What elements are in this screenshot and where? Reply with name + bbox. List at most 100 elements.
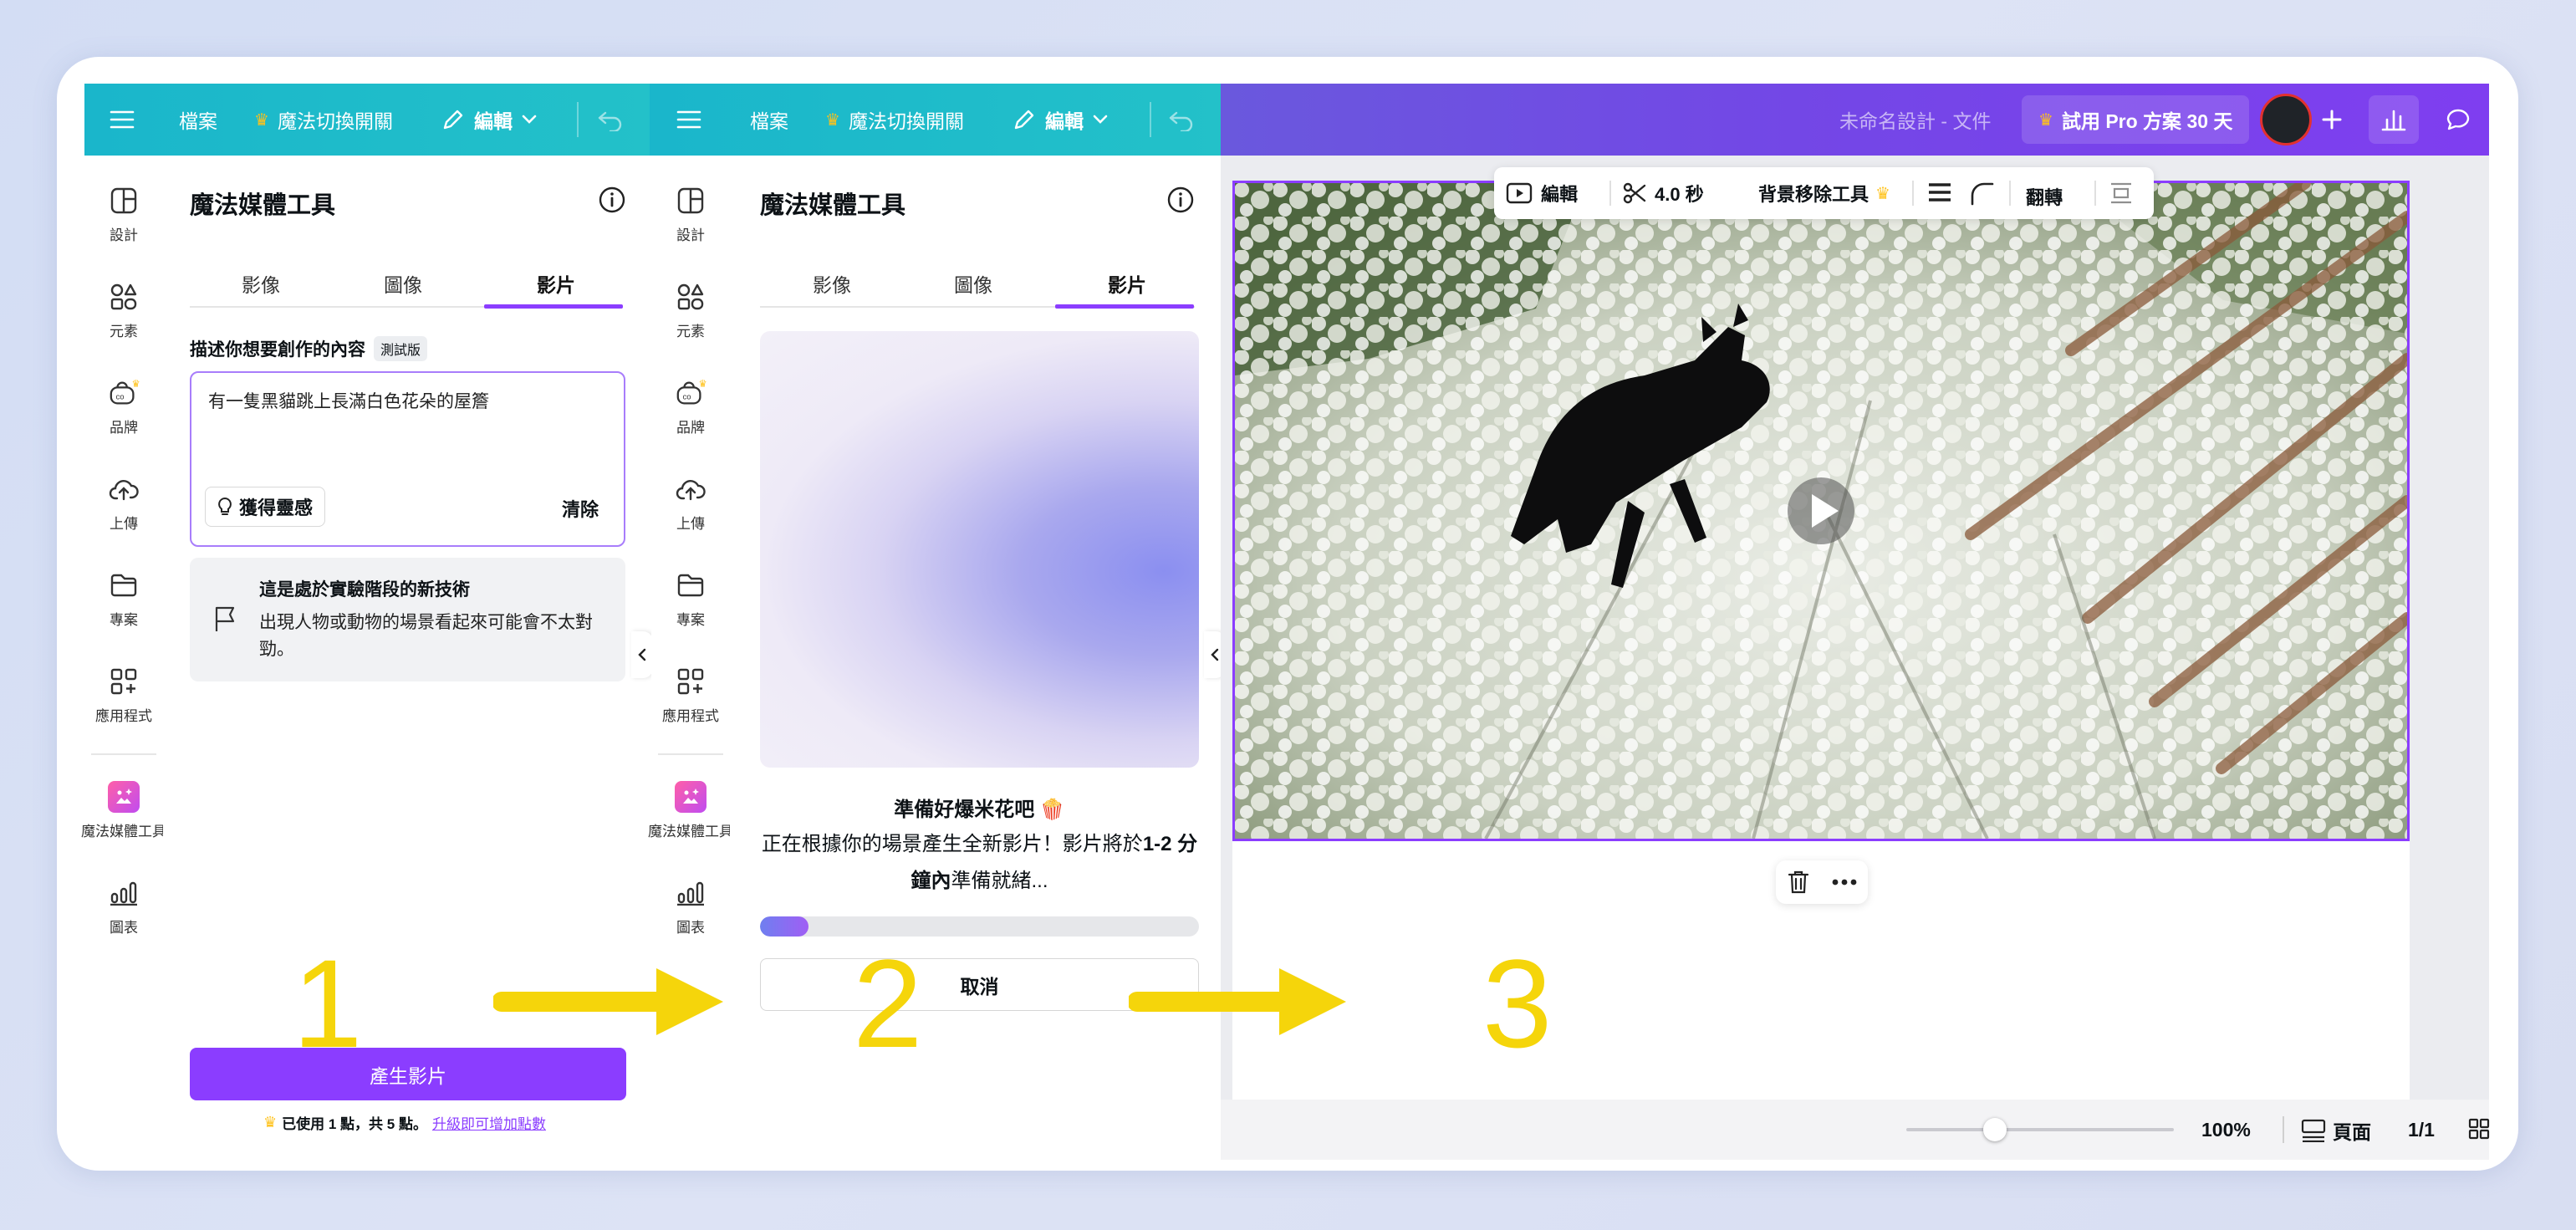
- active-tab-indicator: [1055, 304, 1194, 309]
- plus-icon: [2322, 110, 2342, 130]
- crown-icon: ♛: [254, 110, 269, 130]
- tab-graphic[interactable]: 圖像: [954, 269, 992, 298]
- magic-switch-label: 魔法切換開關: [848, 110, 964, 132]
- try-pro-label: 試用 Pro 方案 30 天: [2061, 110, 2233, 132]
- prompt-label-text: 描述你想要創作的內容: [190, 340, 365, 360]
- bg-remover-button[interactable]: 背景移除工具 ♛: [1758, 167, 1890, 219]
- topbar-divider: [1150, 102, 1151, 137]
- apps-icon: [675, 666, 706, 697]
- panel-title: 魔法媒體工具: [190, 192, 336, 219]
- usage-info: ♛ 已使用 1 點，共 5 點。 升級即可增加點數: [263, 1112, 546, 1133]
- file-menu[interactable]: 檔案: [750, 84, 788, 156]
- rail-item-brand[interactable]: co ♛ 品牌: [84, 377, 163, 436]
- rail-item-charts[interactable]: 圖表: [651, 877, 730, 937]
- info-icon: [599, 186, 625, 213]
- menu-button[interactable]: [110, 84, 135, 156]
- video-thumbnail: [1235, 183, 2407, 839]
- rail-item-elements[interactable]: 元素: [651, 281, 730, 340]
- rail-label-upload: 上傳: [110, 516, 138, 532]
- delete-button[interactable]: [1788, 870, 1809, 895]
- more-button[interactable]: [1832, 879, 1857, 885]
- tab-image[interactable]: 影像: [242, 269, 280, 298]
- folder-icon: [675, 569, 706, 601]
- rail-item-design[interactable]: 設計: [84, 185, 163, 244]
- edit-mode-button[interactable]: 編輯: [441, 84, 538, 156]
- undo-button[interactable]: [1168, 84, 1195, 156]
- rail-label-brand: 品牌: [676, 420, 705, 436]
- tab-video[interactable]: 影片: [537, 269, 575, 298]
- generate-video-label: 產生影片: [370, 1064, 446, 1087]
- editor-topbar-1: 檔案 ♛ 魔法切換開關 編輯: [84, 84, 650, 156]
- insights-button[interactable]: [2369, 95, 2419, 144]
- rail-item-upload[interactable]: 上傳: [651, 473, 730, 533]
- rail-item-apps[interactable]: 應用程式: [84, 666, 163, 725]
- rail-item-magic-media[interactable]: 魔法媒體工具: [81, 781, 166, 840]
- corner-rounding-button[interactable]: [1969, 181, 1994, 206]
- undo-button[interactable]: [597, 84, 624, 156]
- hamburger-icon: [676, 110, 701, 129]
- zoom-slider[interactable]: [1906, 1118, 2174, 1141]
- rail-item-apps[interactable]: 應用程式: [651, 666, 730, 725]
- rail-item-design[interactable]: 設計: [651, 185, 730, 244]
- upgrade-link[interactable]: 升級即可增加點數: [432, 1112, 546, 1133]
- prompt-textarea[interactable]: 有一隻黑貓跳上長滿白色花朵的屋簷 獲得靈感 清除: [190, 371, 625, 547]
- inspire-button[interactable]: 獲得靈感: [205, 487, 326, 527]
- undo-icon: [1169, 111, 1193, 131]
- tab-video[interactable]: 影片: [1108, 269, 1146, 298]
- pages-button[interactable]: 頁面: [2301, 1116, 2371, 1145]
- info-button[interactable]: [1166, 186, 1195, 214]
- file-menu[interactable]: 檔案: [179, 84, 217, 156]
- try-pro-button[interactable]: ♛ 試用 Pro 方案 30 天: [2022, 95, 2250, 144]
- charts-icon: [675, 877, 706, 909]
- lightbulb-icon: [218, 497, 232, 515]
- grid-view-button[interactable]: [2468, 1118, 2490, 1140]
- info-button[interactable]: [598, 186, 626, 214]
- trim-button[interactable]: 4.0 秒: [1623, 167, 1704, 219]
- elements-icon: [675, 281, 706, 313]
- position-button[interactable]: [2109, 182, 2133, 204]
- svg-text:♛: ♛: [132, 379, 140, 389]
- brand-icon: co ♛: [108, 377, 140, 409]
- rail-item-upload[interactable]: 上傳: [84, 473, 163, 533]
- more-icon: [1832, 879, 1856, 885]
- rail-item-projects[interactable]: 專案: [84, 569, 163, 629]
- toolbar-divider: [2094, 181, 2096, 206]
- comments-button[interactable]: [2445, 84, 2471, 156]
- tab-image[interactable]: 影像: [813, 269, 851, 298]
- toolbar-edit-button[interactable]: 編輯: [1506, 167, 1578, 219]
- info-icon: [1167, 186, 1194, 213]
- video-element[interactable]: [1232, 181, 2410, 841]
- crown-icon: ♛: [1875, 184, 1890, 203]
- rail-label-design: 設計: [676, 227, 705, 243]
- magic-switch-button[interactable]: ♛ 魔法切換開關: [825, 84, 964, 156]
- rail-item-projects[interactable]: 專案: [651, 569, 730, 629]
- rail-item-brand[interactable]: co ♛ 品牌: [651, 377, 730, 436]
- pencil-icon: [1014, 110, 1034, 130]
- status-bar: 100% 頁面 1/1: [1221, 1100, 2490, 1160]
- rail-item-elements[interactable]: 元素: [84, 281, 163, 340]
- rail-item-charts[interactable]: 圖表: [84, 877, 163, 937]
- chevron-down-icon: [522, 115, 537, 124]
- pages-label: 頁面: [2333, 1121, 2371, 1143]
- document-title[interactable]: 未命名設計 - 文件: [1839, 84, 1991, 156]
- zoom-slider-knob[interactable]: [1982, 1118, 2007, 1141]
- avatar[interactable]: [2260, 94, 2312, 145]
- generate-video-button[interactable]: 產生影片: [190, 1048, 626, 1100]
- bg-remover-label: 背景移除工具: [1758, 184, 1870, 205]
- tab-graphic[interactable]: 圖像: [384, 269, 422, 298]
- toolbar-divider: [1912, 181, 1914, 206]
- border-style-button[interactable]: [1927, 181, 1952, 206]
- rail-item-magic-media[interactable]: 魔法媒體工具: [648, 781, 733, 840]
- flip-button[interactable]: 翻轉: [2026, 183, 2063, 210]
- menu-button[interactable]: [676, 84, 701, 156]
- magic-switch-button[interactable]: ♛ 魔法切換開關: [254, 84, 393, 156]
- border-style-icon: [1929, 183, 1951, 202]
- pencil-icon: [443, 110, 463, 130]
- collapse-panel-handle[interactable]: [631, 631, 653, 678]
- add-collaborator-button[interactable]: [2321, 84, 2343, 156]
- rail-label-upload: 上傳: [676, 516, 705, 532]
- undo-icon: [598, 111, 622, 131]
- edit-mode-button[interactable]: 編輯: [1012, 84, 1109, 156]
- clear-button[interactable]: 清除: [562, 495, 599, 522]
- zoom-level[interactable]: 100%: [2201, 1119, 2251, 1141]
